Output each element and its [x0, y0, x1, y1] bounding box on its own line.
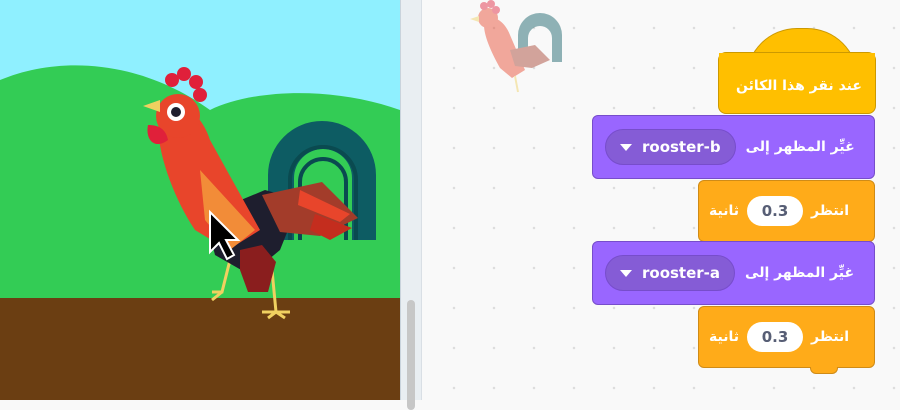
hat-block-label: عند نقر هذا الكائن — [736, 78, 862, 94]
switch-costume-block[interactable]: غيِّر المظهر إلى rooster-a — [592, 241, 875, 305]
chevron-down-icon — [620, 143, 632, 151]
wait-block[interactable]: انتظر 0.3 ثانية — [698, 180, 875, 242]
block-bottom-notch — [810, 367, 838, 374]
ground — [0, 298, 400, 400]
costume-dropdown[interactable]: rooster-a — [605, 255, 736, 291]
wait-label: انتظر — [810, 329, 850, 345]
wait-seconds-input[interactable]: 0.3 — [746, 196, 803, 226]
costume-value: rooster-a — [642, 264, 721, 282]
rooster-icon — [470, 0, 562, 93]
switch-costume-label: غيِّر المظهر إلى — [745, 139, 855, 155]
switch-costume-block[interactable]: غيِّر المظهر إلى rooster-b — [592, 115, 875, 179]
vertical-scrollbar[interactable] — [407, 300, 415, 410]
switch-costume-label: غيِّر المظهر إلى — [745, 265, 855, 281]
costume-dropdown[interactable]: rooster-b — [605, 129, 736, 165]
seconds-label: ثانية — [709, 329, 739, 345]
wait-seconds-input[interactable]: 0.3 — [746, 322, 803, 352]
stage[interactable] — [0, 0, 400, 400]
wait-label: انتظر — [810, 203, 850, 219]
chevron-down-icon — [620, 269, 632, 277]
stage-scene — [0, 0, 400, 400]
seconds-label: ثانية — [709, 203, 739, 219]
costume-value: rooster-b — [642, 138, 721, 156]
wait-block[interactable]: انتظر 0.3 ثانية — [698, 306, 875, 368]
stage-divider — [400, 0, 422, 410]
